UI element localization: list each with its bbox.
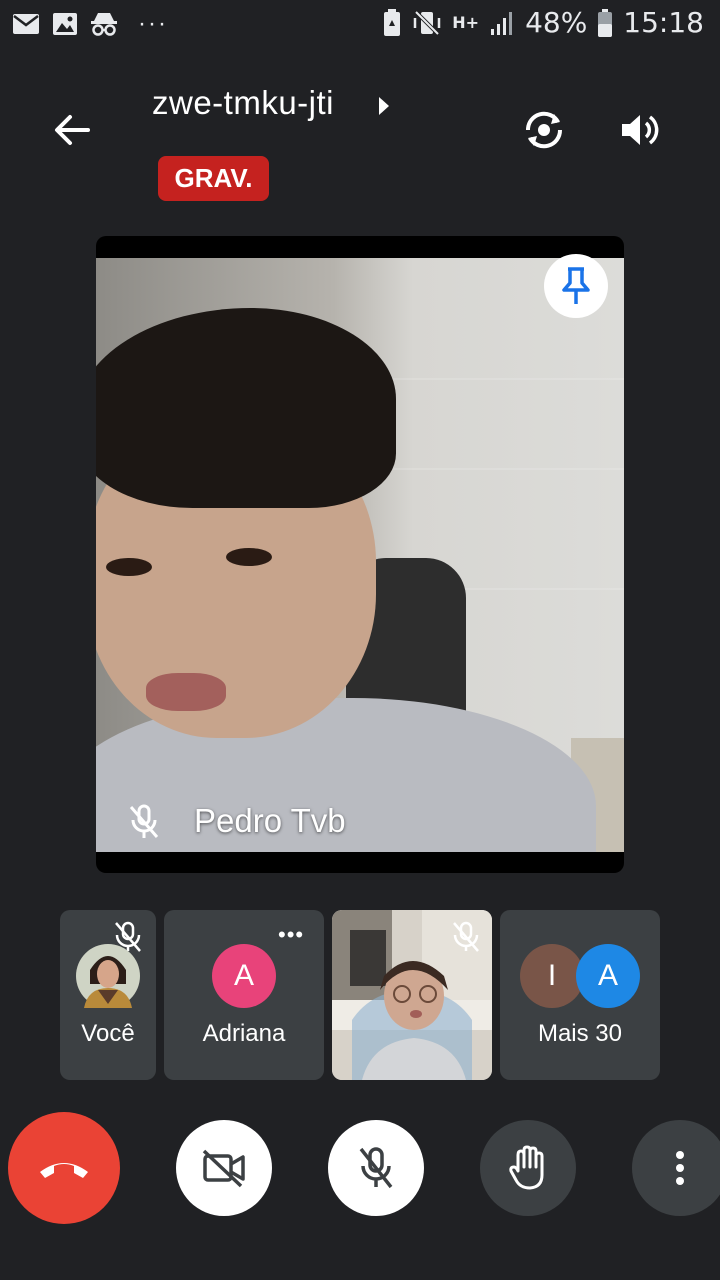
- adriana-menu-button[interactable]: •••: [278, 922, 304, 948]
- mic-off-icon: [129, 804, 159, 838]
- video-off-icon: [202, 1149, 245, 1188]
- speaker-button[interactable]: [616, 106, 664, 154]
- more-notifications: ···: [138, 10, 168, 37]
- vibrate-mute-icon: [414, 10, 441, 35]
- mouth-shape: [146, 673, 226, 711]
- main-video-tile[interactable]: Pedro Tvb: [96, 236, 624, 873]
- more-vert-icon: [676, 1151, 684, 1185]
- video-participant-tile[interactable]: [332, 910, 492, 1080]
- clock: 15:18: [623, 6, 704, 39]
- more-participants-label: Mais 30: [537, 1020, 623, 1047]
- self-label: Você: [81, 1020, 135, 1047]
- volume-icon: [622, 115, 659, 145]
- recording-badge: GRAV.: [158, 156, 269, 201]
- hand-icon: [509, 1145, 544, 1190]
- mic-off-icon: [359, 1147, 393, 1189]
- eye-shape: [106, 558, 152, 576]
- chevron-right-icon[interactable]: [376, 94, 392, 118]
- signal-icon: [491, 11, 513, 35]
- participant-avatar-a: A: [576, 944, 640, 1008]
- pin-icon: [562, 267, 590, 304]
- camera-toggle-button[interactable]: [176, 1120, 272, 1216]
- eye-shape: [226, 548, 272, 566]
- end-call-button[interactable]: [8, 1112, 120, 1224]
- more-options-button[interactable]: [632, 1120, 720, 1216]
- battery-percent: 48%: [525, 6, 588, 39]
- adriana-tile[interactable]: ••• A Adriana: [164, 910, 324, 1080]
- network-type: H+: [452, 13, 480, 32]
- pin-button[interactable]: [544, 254, 608, 318]
- camera-switch-icon: [525, 111, 563, 149]
- self-avatar: [76, 944, 140, 1008]
- switch-camera-button[interactable]: [520, 106, 568, 154]
- self-tile[interactable]: Você: [60, 910, 156, 1080]
- back-button[interactable]: [48, 106, 96, 154]
- adriana-avatar: A: [212, 944, 276, 1008]
- gmail-icon: [13, 14, 39, 34]
- status-bar: ··· H+ 48% 15:18: [0, 0, 720, 52]
- battery-icon: [598, 8, 613, 37]
- hair-shape: [96, 308, 396, 508]
- adriana-label: Adriana: [202, 1020, 286, 1047]
- meeting-code[interactable]: zwe-tmku-jti: [152, 84, 334, 122]
- microphone-toggle-button[interactable]: [328, 1120, 424, 1216]
- status-bar-left: ···: [12, 10, 168, 38]
- hang-up-icon: [40, 1163, 88, 1178]
- participant-video: [96, 258, 624, 852]
- gallery-icon: [53, 13, 77, 35]
- participant-avatar-i: I: [520, 944, 584, 1008]
- battery-saver-icon: [384, 8, 401, 36]
- participant-name: Pedro Tvb: [194, 802, 346, 839]
- mic-off-icon: [453, 921, 479, 952]
- arrow-back-icon: [55, 115, 90, 145]
- incognito-icon: [91, 13, 117, 36]
- status-bar-right: H+ 48% 15:18: [382, 6, 704, 39]
- raise-hand-button[interactable]: [480, 1120, 576, 1216]
- more-participants-tile[interactable]: I A Mais 30: [500, 910, 660, 1080]
